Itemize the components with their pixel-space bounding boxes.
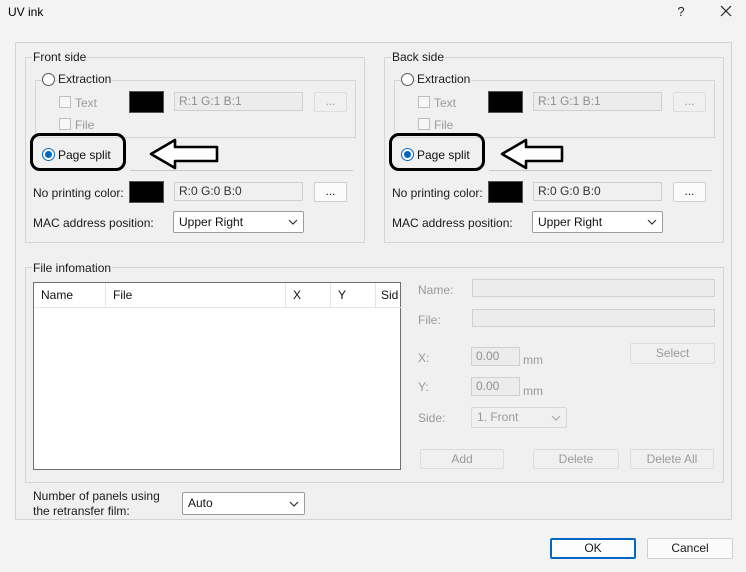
y-field[interactable]: 0.00 bbox=[471, 377, 520, 396]
ok-button[interactable]: OK bbox=[550, 538, 636, 559]
front-arrow-icon bbox=[149, 138, 219, 170]
file-info-label: File infomation bbox=[32, 261, 113, 275]
side-value: 1. Front bbox=[477, 410, 519, 424]
panels-label: Number of panels using the retransfer fi… bbox=[33, 489, 160, 519]
panels-value: Auto bbox=[188, 496, 213, 510]
back-mac-select[interactable]: Upper Right bbox=[532, 211, 663, 233]
window-title: UV ink bbox=[8, 5, 44, 19]
cancel-button[interactable]: Cancel bbox=[647, 538, 733, 559]
back-text-checkbox[interactable] bbox=[418, 96, 430, 108]
front-text-checkbox[interactable] bbox=[59, 96, 71, 108]
back-text-label: Text bbox=[434, 96, 457, 110]
x-unit: mm bbox=[523, 353, 543, 367]
file-field[interactable] bbox=[472, 309, 715, 327]
front-extraction-color-field[interactable]: R:1 G:1 B:1 bbox=[174, 92, 303, 111]
back-extraction-label: Extraction bbox=[416, 72, 472, 86]
back-no-print-swatch bbox=[488, 181, 523, 203]
back-mac-value: Upper Right bbox=[538, 215, 603, 229]
file-list[interactable]: Name File X Y Sid bbox=[33, 282, 401, 470]
back-separator bbox=[489, 170, 712, 171]
front-no-print-swatch bbox=[129, 181, 164, 203]
front-separator bbox=[130, 170, 353, 171]
front-text-label: Text bbox=[75, 96, 98, 110]
chevron-down-icon bbox=[289, 501, 299, 507]
column-header-file[interactable]: File bbox=[106, 283, 286, 308]
y-label: Y: bbox=[418, 380, 429, 394]
front-file-checkbox[interactable] bbox=[59, 118, 71, 130]
back-extraction-color-swatch bbox=[488, 91, 523, 113]
back-no-print-browse-button[interactable]: ... bbox=[673, 182, 706, 202]
name-field[interactable] bbox=[472, 279, 715, 297]
front-mac-label: MAC address position: bbox=[33, 216, 154, 230]
file-label: File: bbox=[418, 313, 441, 327]
front-extraction-label: Extraction bbox=[57, 72, 113, 86]
back-extraction-color-field[interactable]: R:1 G:1 B:1 bbox=[533, 92, 662, 111]
delete-button[interactable]: Delete bbox=[533, 449, 619, 469]
back-extraction-radio[interactable] bbox=[401, 73, 414, 86]
back-mac-label: MAC address position: bbox=[392, 216, 513, 230]
close-button[interactable] bbox=[714, 1, 738, 23]
delete-all-button[interactable]: Delete All bbox=[630, 449, 714, 469]
front-extraction-radio[interactable] bbox=[42, 73, 55, 86]
back-page-split-label: Page split bbox=[417, 148, 470, 162]
y-unit: mm bbox=[523, 384, 543, 398]
front-no-print-field[interactable]: R:0 G:0 B:0 bbox=[174, 182, 303, 201]
front-extraction-color-swatch bbox=[129, 91, 164, 113]
side-label: Side: bbox=[418, 411, 446, 425]
column-header-side[interactable]: Sid bbox=[376, 283, 401, 308]
panels-label-line2: the retransfer film: bbox=[33, 504, 130, 518]
back-page-split-radio[interactable] bbox=[401, 148, 414, 161]
back-no-print-label: No printing color: bbox=[392, 186, 483, 200]
column-header-y[interactable]: Y bbox=[331, 283, 376, 308]
front-no-print-label: No printing color: bbox=[33, 186, 124, 200]
back-arrow-icon bbox=[500, 138, 564, 170]
panels-select[interactable]: Auto bbox=[182, 492, 305, 515]
add-button[interactable]: Add bbox=[420, 449, 504, 469]
front-extraction-browse-button[interactable]: ... bbox=[314, 92, 347, 112]
front-no-print-browse-button[interactable]: ... bbox=[314, 182, 347, 202]
front-side-label: Front side bbox=[32, 50, 88, 64]
panels-label-line1: Number of panels using bbox=[33, 489, 160, 503]
x-field[interactable]: 0.00 bbox=[471, 347, 520, 366]
front-mac-select[interactable]: Upper Right bbox=[173, 211, 304, 233]
front-page-split-label: Page split bbox=[58, 148, 111, 162]
chevron-down-icon bbox=[288, 219, 298, 225]
front-page-split-radio[interactable] bbox=[42, 148, 55, 161]
help-button[interactable]: ? bbox=[670, 2, 692, 22]
file-list-header: Name File X Y Sid bbox=[34, 283, 401, 308]
chevron-down-icon bbox=[647, 219, 657, 225]
back-no-print-field[interactable]: R:0 G:0 B:0 bbox=[533, 182, 662, 201]
side-select[interactable]: 1. Front bbox=[471, 407, 567, 428]
back-file-label: File bbox=[434, 118, 454, 132]
x-label: X: bbox=[418, 351, 430, 365]
close-icon bbox=[720, 5, 732, 17]
chevron-down-icon bbox=[551, 415, 561, 421]
front-file-label: File bbox=[75, 118, 95, 132]
name-label: Name: bbox=[418, 283, 454, 297]
back-file-checkbox[interactable] bbox=[418, 118, 430, 130]
back-side-label: Back side bbox=[391, 50, 446, 64]
back-extraction-browse-button[interactable]: ... bbox=[673, 92, 706, 112]
select-button[interactable]: Select bbox=[630, 343, 715, 364]
column-header-name[interactable]: Name bbox=[34, 283, 106, 308]
front-mac-value: Upper Right bbox=[179, 215, 244, 229]
column-header-x[interactable]: X bbox=[286, 283, 331, 308]
title-bar bbox=[0, 0, 746, 26]
